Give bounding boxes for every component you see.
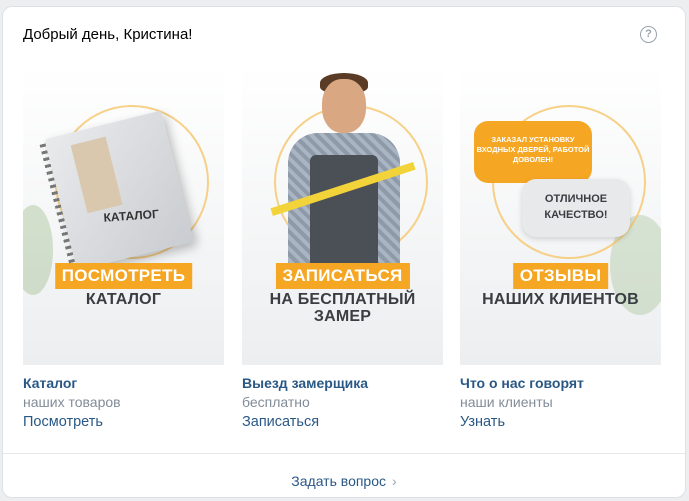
tile-action-link[interactable]: Посмотреть	[23, 414, 224, 430]
tile-description: наши клиенты	[460, 394, 553, 410]
catalog-image[interactable]: КАТАЛОГ ПОСМОТРЕТЬ КАТАЛОГ	[23, 65, 224, 365]
worker-head-illustration	[322, 79, 366, 133]
tile-measurer[interactable]: ЗАПИСАТЬСЯ НА БЕСПЛАТНЫЙ ЗАМЕР Выезд зам…	[242, 65, 443, 430]
door-illustration	[70, 136, 123, 214]
tile-action-link[interactable]: Узнать	[460, 414, 661, 430]
worker-apron-illustration	[310, 155, 378, 273]
widget-card: Добрый день, Кристина! ? КАТАЛОГ ПОСМОТР…	[2, 6, 686, 498]
tile-badge: ЗАПИСАТЬСЯ	[275, 263, 410, 289]
tile-subtitle: НА БЕСПЛАТНЫЙ ЗАМЕР	[269, 291, 416, 325]
measurer-image[interactable]: ЗАПИСАТЬСЯ НА БЕСПЛАТНЫЙ ЗАМЕР	[242, 65, 443, 365]
chevron-right-icon: ›	[392, 473, 397, 489]
tile-description: наших товаров	[23, 394, 121, 410]
reviews-image[interactable]: ЗАКАЗАЛ УСТАНОВКУ ВХОДНЫХ ДВЕРЕЙ, РАБОТО…	[460, 65, 661, 365]
review-bubble-bottom: ОТЛИЧНОЕ КАЧЕСТВО!	[522, 179, 630, 237]
tile-subtitle: НАШИХ КЛИЕНТОВ	[482, 291, 639, 308]
ask-question-link[interactable]: Задать вопрос ›	[3, 473, 685, 489]
tile-description: бесплатно	[242, 394, 310, 410]
tile-title[interactable]: Что о нас говорят	[460, 375, 661, 391]
help-icon[interactable]: ?	[640, 26, 657, 43]
ask-question-label[interactable]: Задать вопрос	[291, 473, 386, 489]
tile-action-link[interactable]: Записаться	[242, 414, 443, 430]
review-bubble-top: ЗАКАЗАЛ УСТАНОВКУ ВХОДНЫХ ДВЕРЕЙ, РАБОТО…	[474, 121, 592, 183]
tile-reviews[interactable]: ЗАКАЗАЛ УСТАНОВКУ ВХОДНЫХ ДВЕРЕЙ, РАБОТО…	[460, 65, 661, 430]
greeting-text: Добрый день, Кристина!	[23, 26, 193, 43]
plant-decoration	[23, 205, 53, 295]
tile-subtitle: КАТАЛОГ	[85, 291, 162, 308]
tile-title[interactable]: Выезд замерщика	[242, 375, 443, 391]
tile-catalog[interactable]: КАТАЛОГ ПОСМОТРЕТЬ КАТАЛОГ Каталог наших…	[23, 65, 224, 430]
tile-badge: ОТЗЫВЫ	[512, 263, 609, 289]
tile-badge: ПОСМОТРЕТЬ	[54, 263, 193, 289]
tile-title[interactable]: Каталог	[23, 375, 224, 391]
footer-divider	[3, 453, 685, 454]
catalog-book-label: КАТАЛОГ	[103, 206, 160, 225]
